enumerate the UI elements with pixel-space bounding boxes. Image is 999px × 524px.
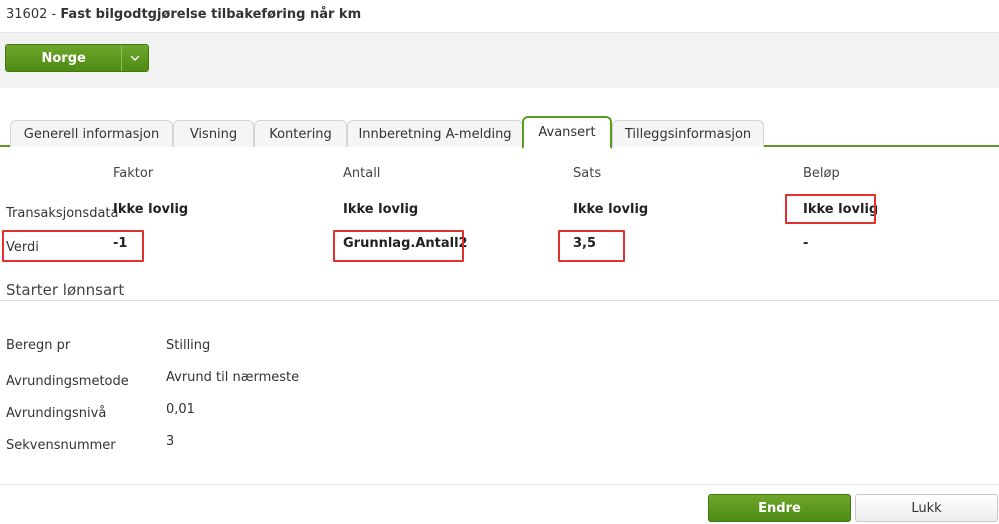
close-button[interactable]: Lukk (855, 494, 998, 522)
transaksjonsdata-antall: Ikke lovlig (343, 202, 419, 217)
tab-kontering[interactable]: Kontering (254, 120, 347, 147)
highlight-box-transaksjonsdata-belop (785, 194, 876, 224)
footer-divider (0, 484, 999, 485)
highlight-box-verdi-antall (333, 230, 464, 262)
field-label-avrundingsmetode: Avrundingsmetode (6, 374, 129, 389)
field-value-beregn-pr: Stilling (166, 338, 211, 353)
highlight-box-verdi-faktor (2, 230, 144, 262)
field-label-avrundingsniva: Avrundingsnivå (6, 406, 107, 421)
tab-visning[interactable]: Visning (173, 120, 254, 147)
tab-generell-informasjon[interactable]: Generell informasjon (10, 120, 173, 147)
section-divider (0, 300, 999, 301)
field-value-sekvensnummer: 3 (166, 434, 175, 449)
tab-tilleggsinformasjon[interactable]: Tilleggsinformasjon (612, 120, 764, 147)
column-header-sats: Sats (573, 166, 602, 181)
country-split-button: Norge (5, 44, 149, 72)
tab-avansert[interactable]: Avansert (522, 116, 612, 149)
column-header-antall: Antall (343, 166, 381, 181)
country-dropdown-toggle[interactable] (121, 45, 148, 71)
chevron-down-icon (130, 51, 140, 66)
highlight-box-verdi-sats (558, 230, 625, 262)
field-label-beregn-pr: Beregn pr (6, 338, 71, 353)
record-id: 31602 - (6, 7, 61, 22)
field-value-avrundingsmetode: Avrund til nærmeste (166, 370, 300, 385)
country-button[interactable]: Norge (6, 45, 122, 71)
column-header-faktor: Faktor (113, 166, 154, 181)
transaksjonsdata-sats: Ikke lovlig (573, 202, 649, 217)
row-label-transaksjonsdata: Transaksjonsdata (6, 206, 119, 221)
column-header-belop: Beløp (803, 166, 840, 181)
record-title: Fast bilgodtgjørelse tilbakeføring når k… (60, 7, 362, 22)
field-label-sekvensnummer: Sekvensnummer (6, 438, 116, 453)
title-bar: 31602 - Fast bilgodtgjørelse tilbakeføri… (0, 0, 999, 33)
tab-innberetning-a-melding[interactable]: Innberetning A-melding (347, 120, 523, 147)
page-title: 31602 - Fast bilgodtgjørelse tilbakeføri… (6, 7, 361, 22)
toolbar: Norge (0, 33, 999, 88)
edit-button[interactable]: Endre (708, 494, 851, 522)
field-value-avrundingsniva: 0,01 (166, 402, 195, 417)
section-title: Starter lønnsart (6, 281, 125, 299)
tab-bar: Generell informasjon Visning Kontering I… (0, 116, 999, 149)
verdi-belop: - (803, 236, 809, 251)
transaksjonsdata-faktor: Ikke lovlig (113, 202, 189, 217)
